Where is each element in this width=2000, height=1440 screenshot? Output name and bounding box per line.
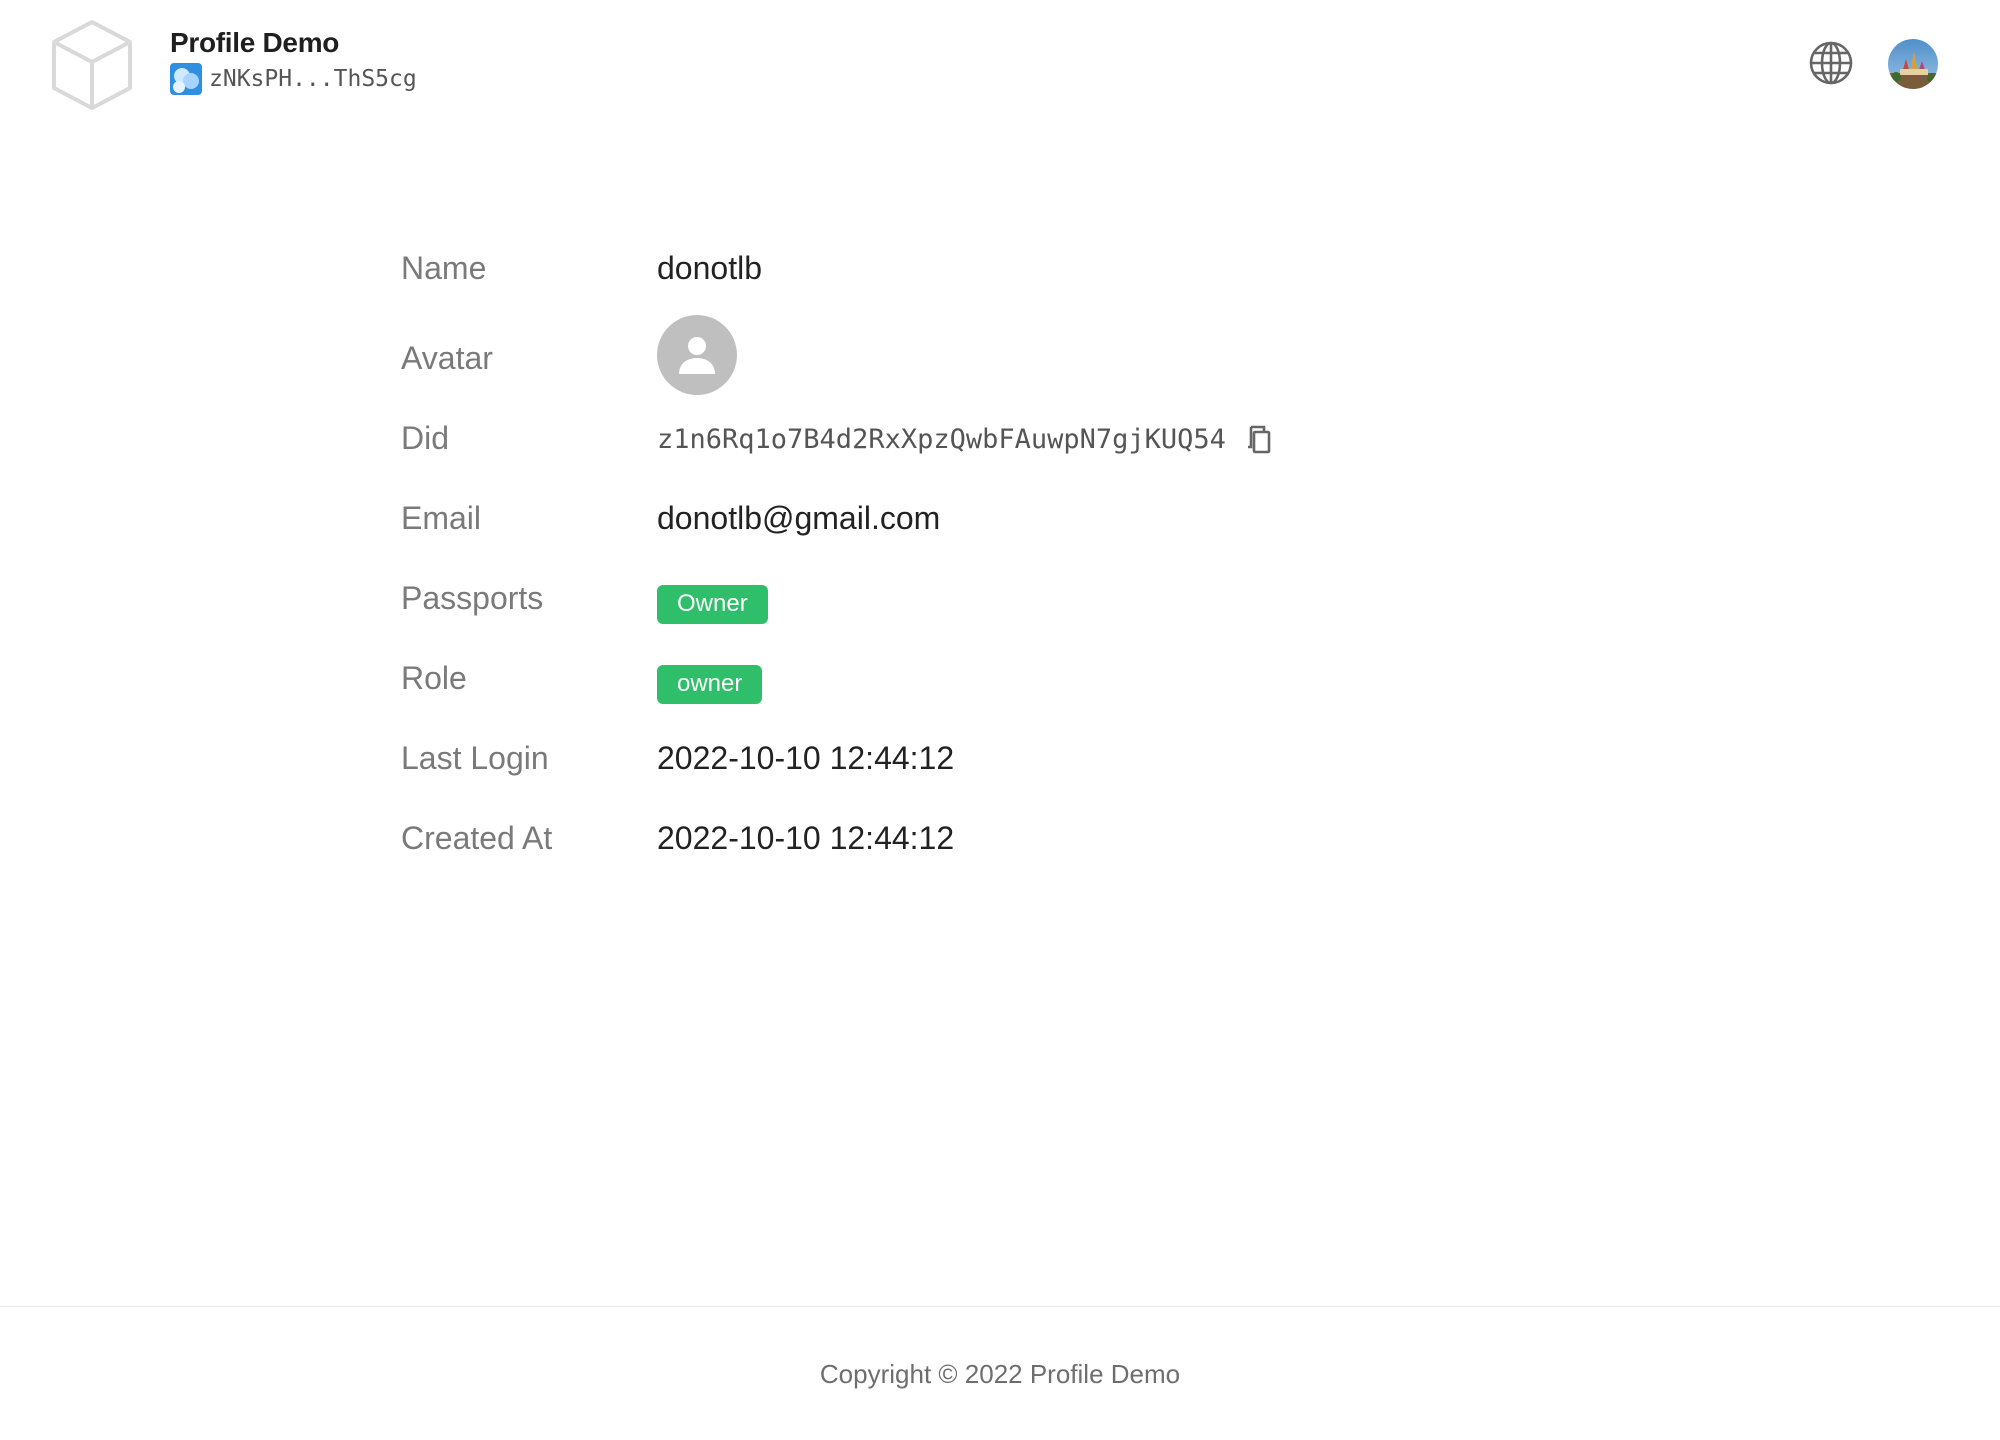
name-label: Name xyxy=(401,249,487,286)
app-did-row: zNKsPH...ThS5cg xyxy=(170,63,417,95)
copyright-text: Copyright © 2022 Profile Demo xyxy=(819,1359,1181,1389)
did-label: Did xyxy=(401,420,450,456)
did-value: z1n6Rq1o7B4d2RxXpzQwbFAuwpN7gjKUQ54 xyxy=(657,423,1226,455)
app-title: Profile Demo xyxy=(170,27,340,58)
created-at-value: 2022-10-10 12:44:12 xyxy=(657,820,955,856)
last-login-label: Last Login xyxy=(401,740,549,776)
avatar-value xyxy=(657,315,737,395)
last-login-value: 2022-10-10 12:44:12 xyxy=(657,740,955,776)
did-value-wrap: z1n6Rq1o7B4d2RxXpzQwbFAuwpN7gjKUQ54 xyxy=(657,423,1274,455)
email-label: Email xyxy=(401,500,482,536)
footer: Copyright © 2022 Profile Demo xyxy=(0,1306,2000,1440)
name-value: donotlb xyxy=(657,249,762,286)
avatar-placeholder-icon xyxy=(657,315,737,395)
globe-icon[interactable] xyxy=(1808,40,1854,86)
app-info: Profile Demo zNKsPH...ThS5cg xyxy=(170,26,417,95)
passport-badge-owner: Owner xyxy=(657,585,768,624)
user-avatar[interactable] xyxy=(1888,39,1938,89)
role-label: Role xyxy=(401,660,467,696)
header: Profile Demo zNKsPH...ThS5cg xyxy=(0,0,2000,130)
passports-label: Passports xyxy=(401,580,544,616)
did-avatar-icon xyxy=(170,63,202,95)
role-value: owner xyxy=(657,665,763,704)
app-did: zNKsPH...ThS5cg xyxy=(209,66,417,92)
avatar-label: Avatar xyxy=(401,340,493,376)
role-badge-owner: owner xyxy=(657,665,763,704)
cube-logo-icon[interactable] xyxy=(50,18,134,112)
created-at-label: Created At xyxy=(401,820,553,856)
passports-value: Owner xyxy=(657,585,768,624)
email-value: donotlb@gmail.com xyxy=(657,500,941,536)
copy-icon[interactable] xyxy=(1244,423,1274,455)
